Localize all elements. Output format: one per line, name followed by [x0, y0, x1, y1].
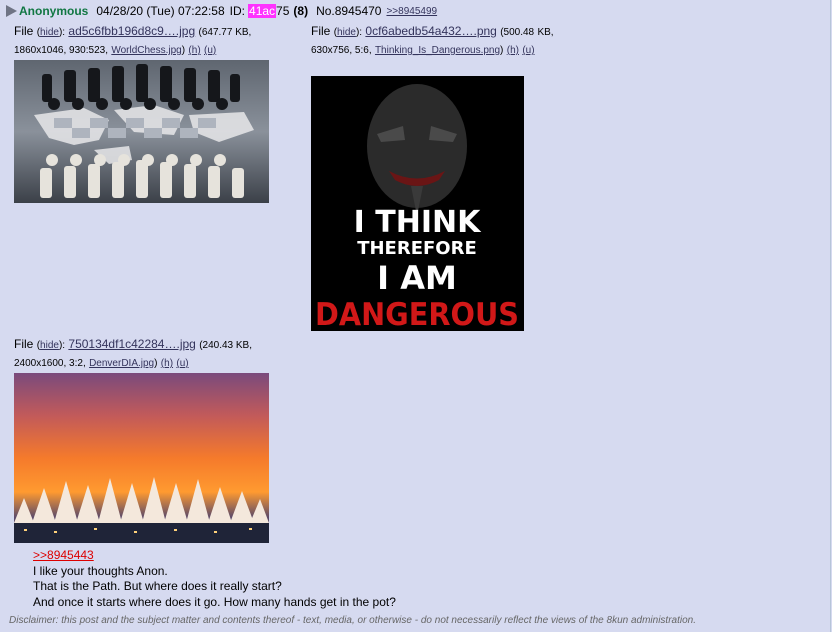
- body-line: That is the Path. But where does it real…: [33, 579, 282, 593]
- file-label: File: [311, 24, 331, 38]
- hide-link[interactable]: hide: [40, 27, 59, 38]
- image-text-therefore: THEREFORE: [357, 238, 477, 259]
- image-text-dangerous: DANGEROUS: [315, 297, 519, 331]
- original-filename-link[interactable]: WorldChess.jpg: [111, 45, 181, 56]
- post-header: Anonymous 04/28/20 (Tue) 07:22:58 ID: 41…: [6, 4, 437, 18]
- h-link[interactable]: (h): [507, 45, 519, 56]
- poster-id-highlight[interactable]: 41ac: [248, 4, 277, 18]
- original-filename-link[interactable]: Thinking_Is_Dangerous.png: [375, 45, 500, 56]
- image-text-i-think: I THINK: [354, 205, 482, 240]
- post-datetime: 04/28/20 (Tue) 07:22:58: [96, 4, 225, 18]
- disclaimer: Disclaimer: this post and the subject ma…: [9, 615, 696, 626]
- image-text-i-am: I AM: [377, 259, 457, 297]
- thumbnail-world-chess[interactable]: [14, 60, 269, 203]
- u-link[interactable]: (u): [204, 45, 216, 56]
- u-link[interactable]: (u): [522, 45, 534, 56]
- file-info-1: File (hide): ad5c6fbb196d8c9….jpg (647.7…: [14, 24, 252, 56]
- thumbnail-thinking-dangerous[interactable]: I THINK THEREFORE I AM DANGEROUS: [311, 76, 524, 331]
- file-label: File: [14, 337, 34, 351]
- file-info-3: File (hide): 750134df1c42284….jpg (240.4…: [14, 337, 252, 369]
- file-label: File: [14, 24, 34, 38]
- world-chess-image: [14, 60, 269, 203]
- body-line: I like your thoughts Anon.: [33, 563, 168, 578]
- post-menu-triangle-icon[interactable]: [6, 5, 17, 17]
- thumbnail-denver-dia[interactable]: [14, 373, 269, 543]
- poster-post-count: (8): [293, 4, 309, 18]
- h-link[interactable]: (h): [161, 358, 173, 369]
- hide-link[interactable]: hide: [40, 340, 59, 351]
- file-name-link[interactable]: ad5c6fbb196d8c9….jpg: [68, 24, 195, 38]
- body-line: And once it starts where does it go. How…: [33, 594, 396, 609]
- poster-id-rest[interactable]: 75: [276, 4, 289, 18]
- post-container: Anonymous 04/28/20 (Tue) 07:22:58 ID: 41…: [0, 0, 831, 632]
- original-filename-link[interactable]: DenverDIA.jpg: [89, 358, 154, 369]
- file-name-link[interactable]: 0cf6abedb54a432….png: [365, 24, 496, 38]
- dangerous-mask-image: I THINK THEREFORE I AM DANGEROUS: [311, 76, 524, 331]
- u-link[interactable]: (u): [176, 358, 188, 369]
- hide-link[interactable]: hide: [337, 27, 356, 38]
- post-body: >>8945443 I like your thoughts Anon. Tha…: [33, 548, 396, 610]
- h-link[interactable]: (h): [188, 45, 200, 56]
- denver-airport-image: [14, 373, 269, 543]
- post-number[interactable]: No.8945470: [316, 4, 381, 18]
- quote-link[interactable]: >>8945443: [33, 548, 94, 562]
- file-info-2: File (hide): 0cf6abedb54a432….png (500.4…: [311, 24, 554, 56]
- file-name-link[interactable]: 750134df1c42284….jpg: [68, 337, 195, 351]
- poster-id-label: ID:: [229, 4, 246, 18]
- poster-name: Anonymous: [19, 4, 89, 18]
- file-meta-a: (500.48: [500, 27, 535, 38]
- backlink[interactable]: >>8945499: [386, 6, 437, 17]
